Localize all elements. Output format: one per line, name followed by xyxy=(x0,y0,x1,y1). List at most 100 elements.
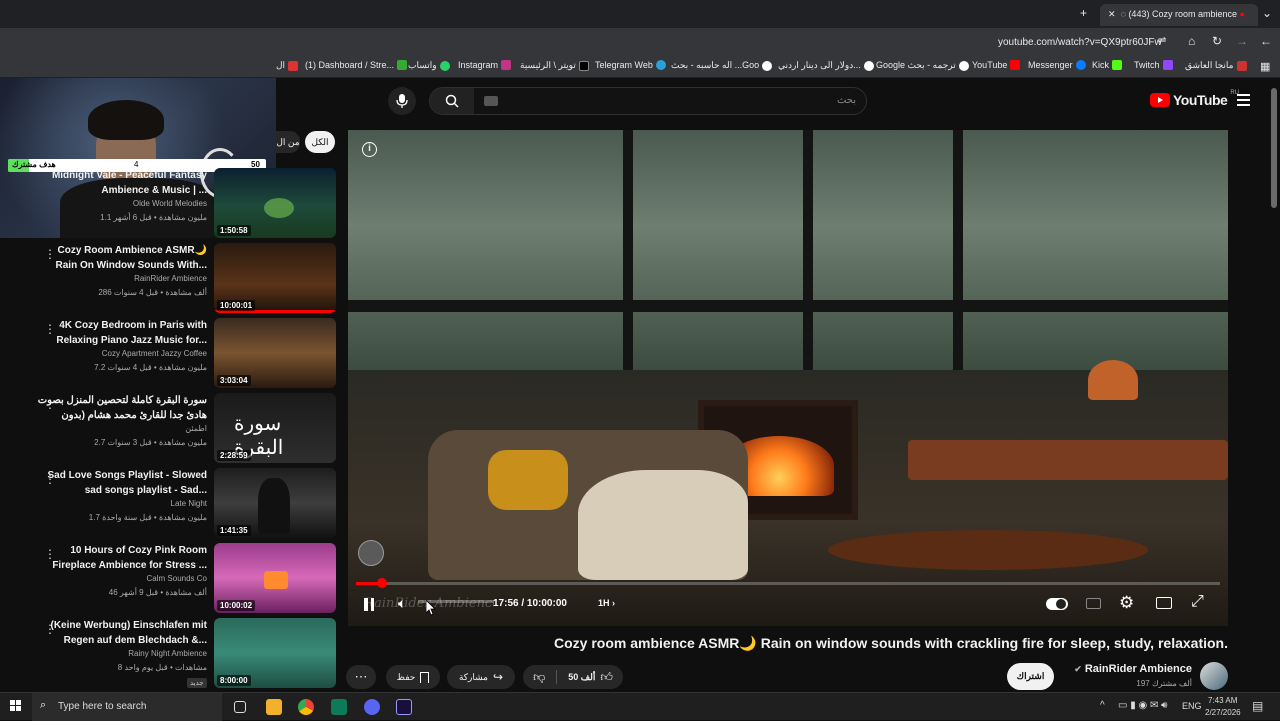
app-icon[interactable] xyxy=(331,699,347,715)
subscribe-button[interactable]: اشتراك xyxy=(1007,663,1054,690)
bookmark-item[interactable]: مانجا العاشق xyxy=(1185,60,1247,71)
save-button[interactable]: حفظ xyxy=(386,665,440,689)
video-title[interactable]: Midnight Vale - Peaceful Fantasy Ambienc… xyxy=(37,168,207,198)
list-item[interactable]: 10:00:02 ⋮ 10 Hours of Cozy Pink Room Fi… xyxy=(0,543,340,617)
list-item[interactable]: 3:03:04 ⋮ 4K Cozy Bedroom in Paris with … xyxy=(0,318,340,392)
chip-from-channel[interactable]: من ال xyxy=(276,131,300,153)
file-explorer-icon[interactable] xyxy=(266,699,282,715)
tray-icons[interactable]: ▭ ▮ ◉ ✉ 🔊︎ xyxy=(1118,700,1167,711)
miniplayer-icon[interactable] xyxy=(1156,597,1172,609)
bookmark-item[interactable]: ال xyxy=(276,60,299,71)
clock-date[interactable]: 2/27/2026 xyxy=(1205,708,1241,717)
channel-name[interactable]: Cozy Apartment Jazzy Coffee xyxy=(102,349,207,358)
list-item[interactable]: 8:00:00 ⋮ (Keine Werbung) Einschlafen mi… xyxy=(0,618,340,692)
bookmark-item[interactable]: Google ترجمه - بحث xyxy=(876,60,969,71)
more-actions-button[interactable]: ⋯ xyxy=(346,665,376,689)
tab-search-icon[interactable]: ⌄ xyxy=(1262,6,1272,20)
browser-tab-active[interactable]: ✕ ◌ (443) Cozy room ambience ● xyxy=(1100,4,1258,26)
video-title[interactable]: Cozy Room Ambience ASMR🌙 Rain On Window … xyxy=(37,243,207,273)
channel-name[interactable]: Olde World Melodies xyxy=(133,199,207,208)
notifications-icon[interactable]: ▤ xyxy=(1252,699,1263,713)
like-icon[interactable]: 👍︎ xyxy=(600,670,613,685)
tray-chevron-icon[interactable]: ^ xyxy=(1100,700,1105,711)
video-player[interactable]: i 🔈︎ RainRider Ambience 17:56 / 10:00:00… xyxy=(348,130,1228,626)
taskbar-search-placeholder: Type here to search xyxy=(58,701,147,712)
bookmark-item[interactable]: YouTube xyxy=(972,60,1021,70)
taskbar-search-box[interactable]: ⌕ Type here to search xyxy=(32,693,222,721)
back-icon[interactable]: ← xyxy=(1260,34,1272,48)
settings-gear-icon[interactable]: ⚙ xyxy=(1119,593,1134,613)
search-icon: ⌕ xyxy=(40,699,47,711)
bookmark-item[interactable]: واتساب xyxy=(408,60,450,71)
language-indicator[interactable]: ENG xyxy=(1182,701,1202,711)
channel-name[interactable]: Calm Sounds Co xyxy=(147,574,207,583)
fullscreen-icon[interactable]: ⤢ xyxy=(1191,593,1204,611)
video-duration: 2:28:59 xyxy=(217,450,251,461)
subtitles-icon[interactable] xyxy=(1086,598,1101,609)
bookmark-item[interactable]: (1) Dashboard / Stre... xyxy=(305,60,408,70)
premiere-icon[interactable] xyxy=(396,699,412,715)
search-button[interactable] xyxy=(430,88,474,114)
task-view-icon[interactable] xyxy=(234,701,246,713)
discord-icon[interactable] xyxy=(364,699,380,715)
audio-playing-icon: ● xyxy=(1239,9,1245,19)
home-icon[interactable]: ⌂ xyxy=(1188,34,1195,48)
channel-name[interactable]: RainRider Ambience xyxy=(134,274,207,283)
channel-watermark-icon[interactable] xyxy=(358,540,384,566)
voice-search-button[interactable] xyxy=(388,87,416,115)
chip-all[interactable]: الكل xyxy=(305,131,335,153)
channel-name[interactable]: Late Night xyxy=(171,499,207,508)
time-current: 17:56 xyxy=(493,598,519,609)
bookmark-item[interactable]: دولار الى دينار اردني... xyxy=(778,60,874,71)
reload-icon[interactable]: ↻ xyxy=(1212,34,1222,48)
channel-avatar[interactable] xyxy=(1200,662,1228,690)
clock-time[interactable]: 7:43 AM xyxy=(1208,696,1237,705)
bookmark-item[interactable]: Telegram Web xyxy=(595,60,666,70)
search-box[interactable]: بحث xyxy=(429,87,867,115)
video-progress-track[interactable] xyxy=(356,578,1220,588)
chapter-button[interactable]: 1H › xyxy=(598,598,615,608)
all-bookmarks-icon[interactable]: ▦ xyxy=(1260,60,1270,73)
windows-start-icon[interactable] xyxy=(10,700,22,712)
dislike-icon[interactable]: 👎︎ xyxy=(533,670,545,685)
menu-icon[interactable] xyxy=(1237,94,1250,106)
armchair xyxy=(428,430,748,580)
video-title[interactable]: 4K Cozy Bedroom in Paris with Relaxing P… xyxy=(37,318,207,348)
keyboard-icon[interactable] xyxy=(484,96,498,106)
bookmark-item[interactable]: اله حاسبه - بحث ...Goo xyxy=(671,60,773,71)
autoplay-toggle[interactable] xyxy=(1046,598,1068,610)
share-button[interactable]: مشاركة ↪ xyxy=(447,665,515,689)
channel-name[interactable]: Rainy Night Ambience xyxy=(128,649,207,658)
video-title[interactable]: (Keine Werbung) Einschlafen mit Regen au… xyxy=(37,618,208,648)
close-tab-icon[interactable]: ✕ xyxy=(1108,9,1116,19)
forward-icon[interactable]: → xyxy=(1236,34,1248,48)
video-meta: 1.1 مليون مشاهدة • قبل 6 أشهر xyxy=(100,213,207,222)
bookmark-item[interactable]: Twitch xyxy=(1134,60,1173,70)
bookmark-item[interactable]: Kick xyxy=(1092,60,1123,70)
list-item[interactable]: 10:00:01 ⋮ Cozy Room Ambience ASMR🌙 Rain… xyxy=(0,243,340,317)
list-item[interactable]: سورة البقرة 2:28:59 ⋮ سورة البقرة كاملة … xyxy=(0,393,340,467)
new-tab-button[interactable]: + xyxy=(1080,6,1087,20)
video-title[interactable]: سورة البقرة كاملة لتحصين المنزل بصوت هاد… xyxy=(37,393,207,423)
share-label: مشاركة xyxy=(458,671,488,682)
like-dislike-group: 👎︎ 50 ألف 👍︎ xyxy=(523,665,623,689)
url-text[interactable]: youtube.com/watch?v=QX9ptr60JFw xyxy=(998,37,1162,48)
chrome-icon[interactable] xyxy=(298,699,314,715)
info-icon[interactable]: i xyxy=(362,142,377,157)
channel-name[interactable]: اطمئن xyxy=(185,424,207,433)
scrubber-handle[interactable] xyxy=(376,578,387,588)
search-placeholder: بحث xyxy=(836,95,856,106)
video-meta: 1.7 مليون مشاهدة • قبل سنة واحدة xyxy=(88,513,207,522)
channel-name-main[interactable]: ✔ RainRider Ambience xyxy=(1060,663,1192,675)
page-scrollbar[interactable] xyxy=(1271,88,1277,208)
bookmark-item[interactable]: تويتر \ الرئيسية xyxy=(520,60,589,71)
bookmark-item[interactable]: Instagram xyxy=(458,60,512,70)
youtube-logo[interactable]: YouTube RU xyxy=(1150,90,1239,108)
youtube-play-logo-icon xyxy=(1150,93,1170,107)
video-title[interactable]: 10 Hours of Cozy Pink Room Fireplace Amb… xyxy=(37,543,207,573)
list-item[interactable]: 1:50:58 Midnight Vale - Peaceful Fantasy… xyxy=(0,168,340,242)
video-title[interactable]: Sad Love Songs Playlist - Slowed sad son… xyxy=(37,468,207,498)
list-item[interactable]: 1:41:35 ⋮ Sad Love Songs Playlist - Slow… xyxy=(0,468,340,542)
site-settings-icon[interactable]: ⇌ xyxy=(1158,35,1166,46)
bookmark-item[interactable]: Messenger xyxy=(1028,60,1086,70)
